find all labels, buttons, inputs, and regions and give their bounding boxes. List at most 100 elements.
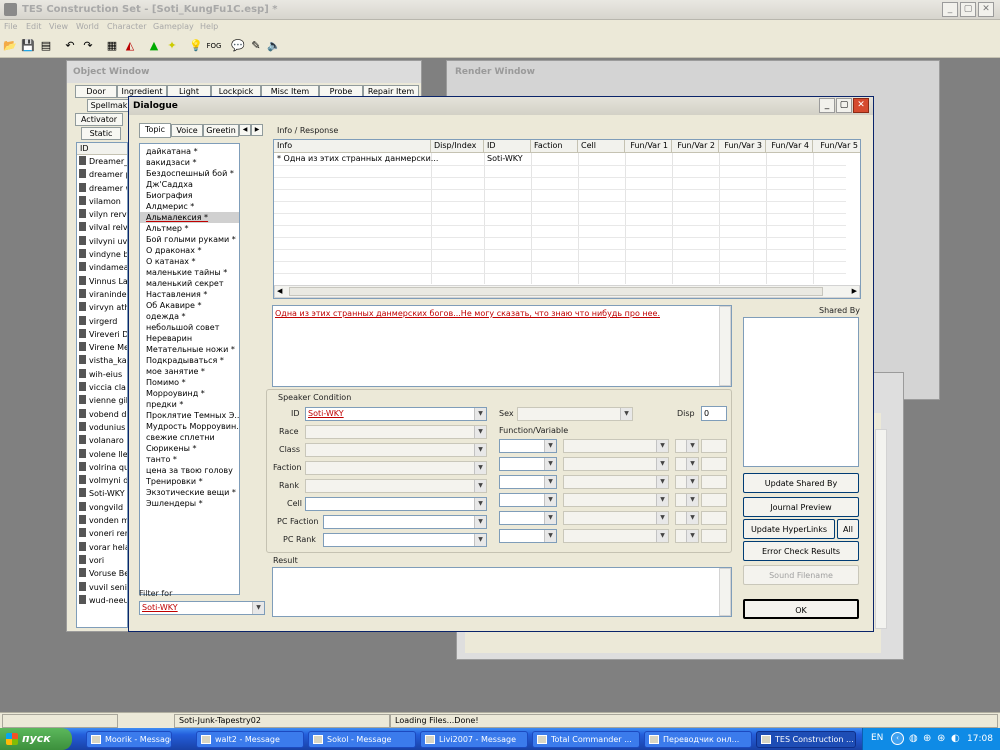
save-icon[interactable]: 💾 xyxy=(20,38,36,54)
chevron-down-icon[interactable]: ▼ xyxy=(656,458,668,470)
chevron-down-icon[interactable]: ▼ xyxy=(474,444,486,456)
start-button[interactable]: пуск xyxy=(0,728,72,750)
chevron-down-icon[interactable]: ▼ xyxy=(474,462,486,474)
function-name-select[interactable]: ▼ xyxy=(563,493,669,507)
grid-header-funvar1[interactable]: Fun/Var 1 xyxy=(625,140,672,153)
function-value-input[interactable] xyxy=(701,511,727,525)
taskbar-task-livi2007[interactable]: Livi2007 - Message xyxy=(420,731,528,748)
network-icon[interactable]: ◍ xyxy=(909,733,918,744)
list-item[interactable]: Virene Me xyxy=(77,341,127,354)
list-item[interactable]: wih-eius xyxy=(77,368,127,381)
tray-arrow-icon[interactable]: ‹ xyxy=(891,732,904,745)
list-item[interactable]: vonden m xyxy=(77,514,127,527)
language-indicator[interactable]: EN xyxy=(871,733,883,743)
maximize-button[interactable]: ▢ xyxy=(960,2,976,17)
chevron-down-icon[interactable]: ▼ xyxy=(686,458,698,470)
chevron-down-icon[interactable]: ▼ xyxy=(544,512,556,524)
topic-item[interactable]: Алдмерис * xyxy=(140,201,239,212)
topic-item[interactable]: Метательные ножи * xyxy=(140,344,239,355)
all-button[interactable]: All xyxy=(837,519,859,539)
topic-item[interactable]: одежда * xyxy=(140,311,239,322)
marker-icon[interactable]: ✦ xyxy=(164,38,180,54)
sound-filename-button[interactable]: Sound Filename xyxy=(743,565,859,585)
list-item[interactable]: Soti-WKY xyxy=(77,487,127,500)
chevron-down-icon[interactable]: ▼ xyxy=(656,494,668,506)
chevron-down-icon[interactable]: ▼ xyxy=(474,534,486,546)
grid-icon[interactable]: ▦ xyxy=(104,38,120,54)
topic-item[interactable]: цена за твою голову xyxy=(140,465,239,476)
error-check-results-button[interactable]: Error Check Results xyxy=(743,541,859,561)
dialogue-close-button[interactable]: ✕ xyxy=(853,98,869,113)
update-hyperlinks-button[interactable]: Update HyperLinks xyxy=(743,519,835,539)
grid-header-id[interactable]: ID xyxy=(484,140,531,153)
dialogue-icon[interactable]: 💬 xyxy=(230,38,246,54)
function-value-input[interactable] xyxy=(701,457,727,471)
undo-icon[interactable]: ↶ xyxy=(62,38,78,54)
list-item[interactable]: Vireveri D xyxy=(77,328,127,341)
topic-item[interactable]: маленький секрет xyxy=(140,278,239,289)
grid-header-funvar2[interactable]: Fun/Var 2 xyxy=(672,140,719,153)
function-type-select[interactable]: ▼ xyxy=(499,511,557,525)
chevron-down-icon[interactable]: ▼ xyxy=(474,516,486,528)
function-value-input[interactable] xyxy=(701,475,727,489)
list-item[interactable]: Dreamer_ xyxy=(77,155,127,168)
topic-item[interactable]: Альмалексия * xyxy=(140,212,239,223)
grid-header-funvar3[interactable]: Fun/Var 3 xyxy=(719,140,766,153)
function-type-select[interactable]: ▼ xyxy=(499,439,557,453)
function-value-input[interactable] xyxy=(701,439,727,453)
topic-item[interactable]: предки * xyxy=(140,399,239,410)
list-item[interactable]: volanaro xyxy=(77,434,127,447)
list-item[interactable]: viccia cla xyxy=(77,381,127,394)
function-type-select[interactable]: ▼ xyxy=(499,475,557,489)
antivirus-icon[interactable]: ⊕ xyxy=(923,733,931,744)
chevron-down-icon[interactable]: ▼ xyxy=(544,494,556,506)
angle-icon[interactable]: ◭ xyxy=(122,38,138,54)
function-value-input[interactable] xyxy=(701,493,727,507)
chevron-down-icon[interactable]: ▼ xyxy=(544,458,556,470)
chevron-down-icon[interactable]: ▼ xyxy=(544,440,556,452)
dialogue-minimize-button[interactable]: _ xyxy=(819,98,835,113)
list-item[interactable]: vongvild xyxy=(77,501,127,514)
grid-header-cell[interactable]: Cell xyxy=(578,140,625,153)
fog-icon[interactable]: FOG xyxy=(206,38,222,54)
chevron-down-icon[interactable]: ▼ xyxy=(656,512,668,524)
response-scrollbar[interactable] xyxy=(719,306,731,386)
chevron-down-icon[interactable]: ▼ xyxy=(656,476,668,488)
tab-voice[interactable]: Voice xyxy=(171,124,203,137)
taskbar-task-translator[interactable]: Переводчик онл... xyxy=(644,731,752,748)
topic-item[interactable]: Нереварин xyxy=(140,333,239,344)
close-button[interactable]: ✕ xyxy=(978,2,994,17)
function-name-select[interactable]: ▼ xyxy=(563,457,669,471)
taskbar-task-tes-construction[interactable]: TES Construction ... xyxy=(756,731,856,748)
list-item[interactable]: Voruse Be xyxy=(77,567,127,580)
menu-edit[interactable]: Edit xyxy=(26,22,42,31)
list-item[interactable]: dreamer w xyxy=(77,182,127,195)
response-text-area[interactable]: Одна из этих странных данмерских богов..… xyxy=(272,305,732,387)
topic-item[interactable]: мое занятие * xyxy=(140,366,239,377)
list-item[interactable]: volrina qu xyxy=(77,461,127,474)
list-item[interactable]: Vinnus La xyxy=(77,275,127,288)
topic-item[interactable]: Бой голыми руками * xyxy=(140,234,239,245)
list-item[interactable]: volene lle xyxy=(77,448,127,461)
function-type-select[interactable]: ▼ xyxy=(499,493,557,507)
function-value-input[interactable] xyxy=(701,529,727,543)
info-grid[interactable]: Info Disp/Index ID Faction Cell Fun/Var … xyxy=(273,139,861,299)
list-item[interactable]: volmyni dr xyxy=(77,474,127,487)
chevron-down-icon[interactable]: ▼ xyxy=(544,476,556,488)
list-item[interactable]: vilval relv xyxy=(77,221,127,234)
topic-item[interactable]: вакидзаси * xyxy=(140,157,239,168)
topic-item[interactable]: свежие сплетни xyxy=(140,432,239,443)
menu-gameplay[interactable]: Gameplay xyxy=(153,22,194,31)
topic-item[interactable]: Экзотические вещи * xyxy=(140,487,239,498)
open-icon[interactable]: 📂 xyxy=(2,38,18,54)
disp-input[interactable]: 0 xyxy=(701,406,727,421)
volume-icon[interactable]: ◐ xyxy=(951,733,960,744)
topic-item[interactable]: Тренировки * xyxy=(140,476,239,487)
list-item[interactable]: viraninde xyxy=(77,288,127,301)
function-type-select[interactable]: ▼ xyxy=(499,457,557,471)
taskbar-task-walt2[interactable]: walt2 - Message xyxy=(196,731,304,748)
compare-operator-select[interactable]: ▼ xyxy=(675,529,699,543)
class-select[interactable]: ▼ xyxy=(305,443,487,457)
list-item[interactable]: vilvyni uv xyxy=(77,235,127,248)
topic-item[interactable]: Морроувинд * xyxy=(140,388,239,399)
